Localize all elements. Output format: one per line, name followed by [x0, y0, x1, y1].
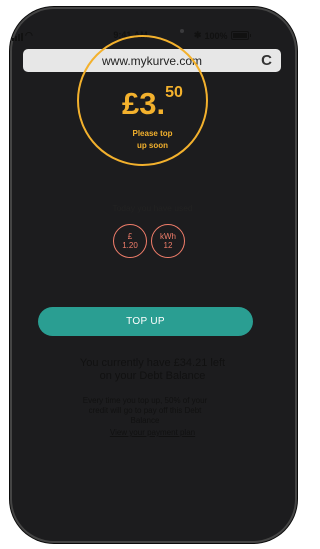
- battery-percent: 100%: [204, 30, 228, 41]
- top-up-button[interactable]: TOP UP: [38, 307, 253, 336]
- energy-unit: kWh: [160, 232, 176, 241]
- debt-line1: You currently have £34.21 left: [79, 357, 226, 369]
- balance-pounds: £3.: [122, 86, 166, 121]
- camera-dot: [180, 29, 184, 33]
- battery-group: ✱ 100%: [194, 30, 251, 41]
- debt-line2: on your Debt Balance: [99, 370, 206, 382]
- balance-pence: 50: [165, 84, 183, 101]
- cost-unit: £: [127, 232, 133, 241]
- battery-nub: [249, 34, 251, 37]
- topup-warning-line2: up soon: [136, 141, 169, 150]
- energy-used-badge: kWh 12: [151, 224, 185, 258]
- balance-amount: £3.50: [0, 85, 305, 121]
- topup-warning-line1: Please top: [132, 129, 173, 138]
- debt-info-text: Every time you top up, 50% of your credi…: [40, 396, 250, 426]
- energy-value: 12: [163, 241, 173, 250]
- debt-info-line3: Balance: [130, 416, 160, 425]
- battery-icon: [230, 31, 249, 40]
- debt-info-line1: Every time you top up, 50% of your: [82, 396, 208, 405]
- debt-balance-text: You currently have £34.21 left on your D…: [0, 357, 305, 383]
- topup-warning: Please top up soon: [0, 128, 305, 152]
- debt-info-line2: credit will go to pay off this Debt: [88, 406, 202, 415]
- usage-label: Today you have used: [112, 203, 193, 213]
- payment-plan-link[interactable]: View your payment plan: [0, 428, 305, 437]
- bluetooth-icon: ✱: [193, 30, 202, 40]
- cost-used-badge: £ 1.20: [113, 224, 147, 258]
- cost-value: 1.20: [122, 241, 138, 250]
- reload-icon[interactable]: C: [261, 52, 272, 69]
